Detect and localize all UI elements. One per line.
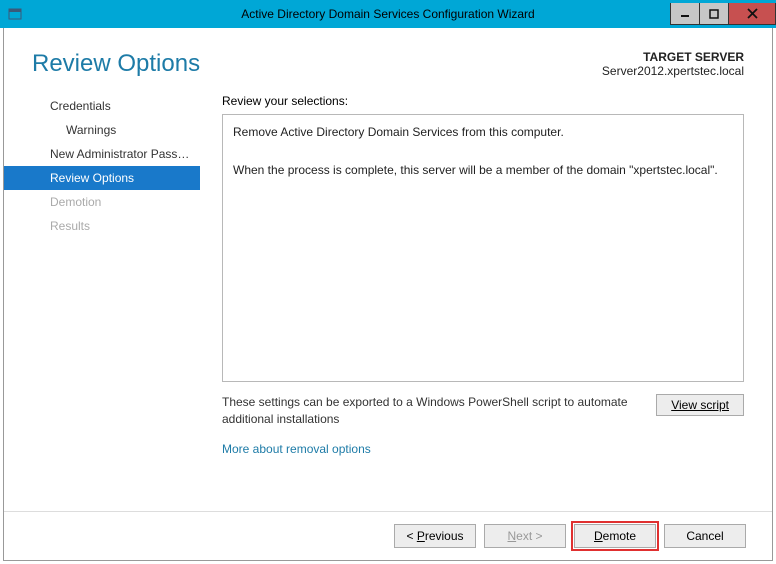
main-panel: Review your selections: Remove Active Di… [200, 90, 772, 511]
footer: < Previous Next > Demote Cancel [4, 511, 772, 560]
close-button[interactable] [728, 3, 776, 25]
cancel-button[interactable]: Cancel [664, 524, 746, 548]
minimize-button[interactable] [670, 3, 700, 25]
sidebar-item-new-admin-password[interactable]: New Administrator Passw... [4, 142, 200, 166]
maximize-button[interactable] [699, 3, 729, 25]
sidebar: Credentials Warnings New Administrator P… [4, 90, 200, 511]
sidebar-item-label: Credentials [50, 99, 111, 113]
sidebar-item-credentials[interactable]: Credentials [4, 94, 200, 118]
window-controls [671, 3, 776, 25]
page-title: Review Options [32, 50, 200, 78]
next-button: Next > [484, 524, 566, 548]
more-about-removal-link[interactable]: More about removal options [222, 442, 744, 456]
sidebar-item-label: Results [50, 219, 90, 233]
sidebar-item-label: Review Options [50, 171, 134, 185]
sidebar-item-results: Results [4, 214, 200, 238]
sidebar-item-label: Warnings [66, 123, 116, 137]
sidebar-item-review-options[interactable]: Review Options [4, 166, 200, 190]
demote-button[interactable]: Demote [574, 524, 656, 548]
target-server-block: TARGET SERVER Server2012.xpertstec.local [602, 50, 744, 78]
body: Credentials Warnings New Administrator P… [4, 90, 772, 511]
wizard-window: Active Directory Domain Services Configu… [0, 0, 776, 564]
sidebar-item-demotion: Demotion [4, 190, 200, 214]
review-selections-box[interactable]: Remove Active Directory Domain Services … [222, 114, 744, 382]
review-selections-label: Review your selections: [222, 94, 744, 108]
titlebar: Active Directory Domain Services Configu… [0, 0, 776, 28]
target-server-label: TARGET SERVER [602, 50, 744, 64]
button-label: Cancel [686, 529, 723, 543]
content-area: Review Options TARGET SERVER Server2012.… [3, 28, 773, 561]
target-server-value: Server2012.xpertstec.local [602, 64, 744, 78]
sidebar-item-label: New Administrator Passw... [50, 147, 195, 161]
previous-button[interactable]: < Previous [394, 524, 476, 548]
sidebar-item-warnings[interactable]: Warnings [4, 118, 200, 142]
header: Review Options TARGET SERVER Server2012.… [4, 28, 772, 90]
export-row: These settings can be exported to a Wind… [222, 394, 744, 428]
review-line: Remove Active Directory Domain Services … [233, 123, 733, 142]
app-icon [0, 7, 24, 21]
sidebar-item-label: Demotion [50, 195, 101, 209]
review-line: When the process is complete, this serve… [233, 161, 733, 180]
export-description: These settings can be exported to a Wind… [222, 394, 644, 428]
window-title: Active Directory Domain Services Configu… [0, 7, 776, 21]
view-script-button[interactable]: View script [656, 394, 744, 416]
button-label: View script [671, 398, 729, 412]
